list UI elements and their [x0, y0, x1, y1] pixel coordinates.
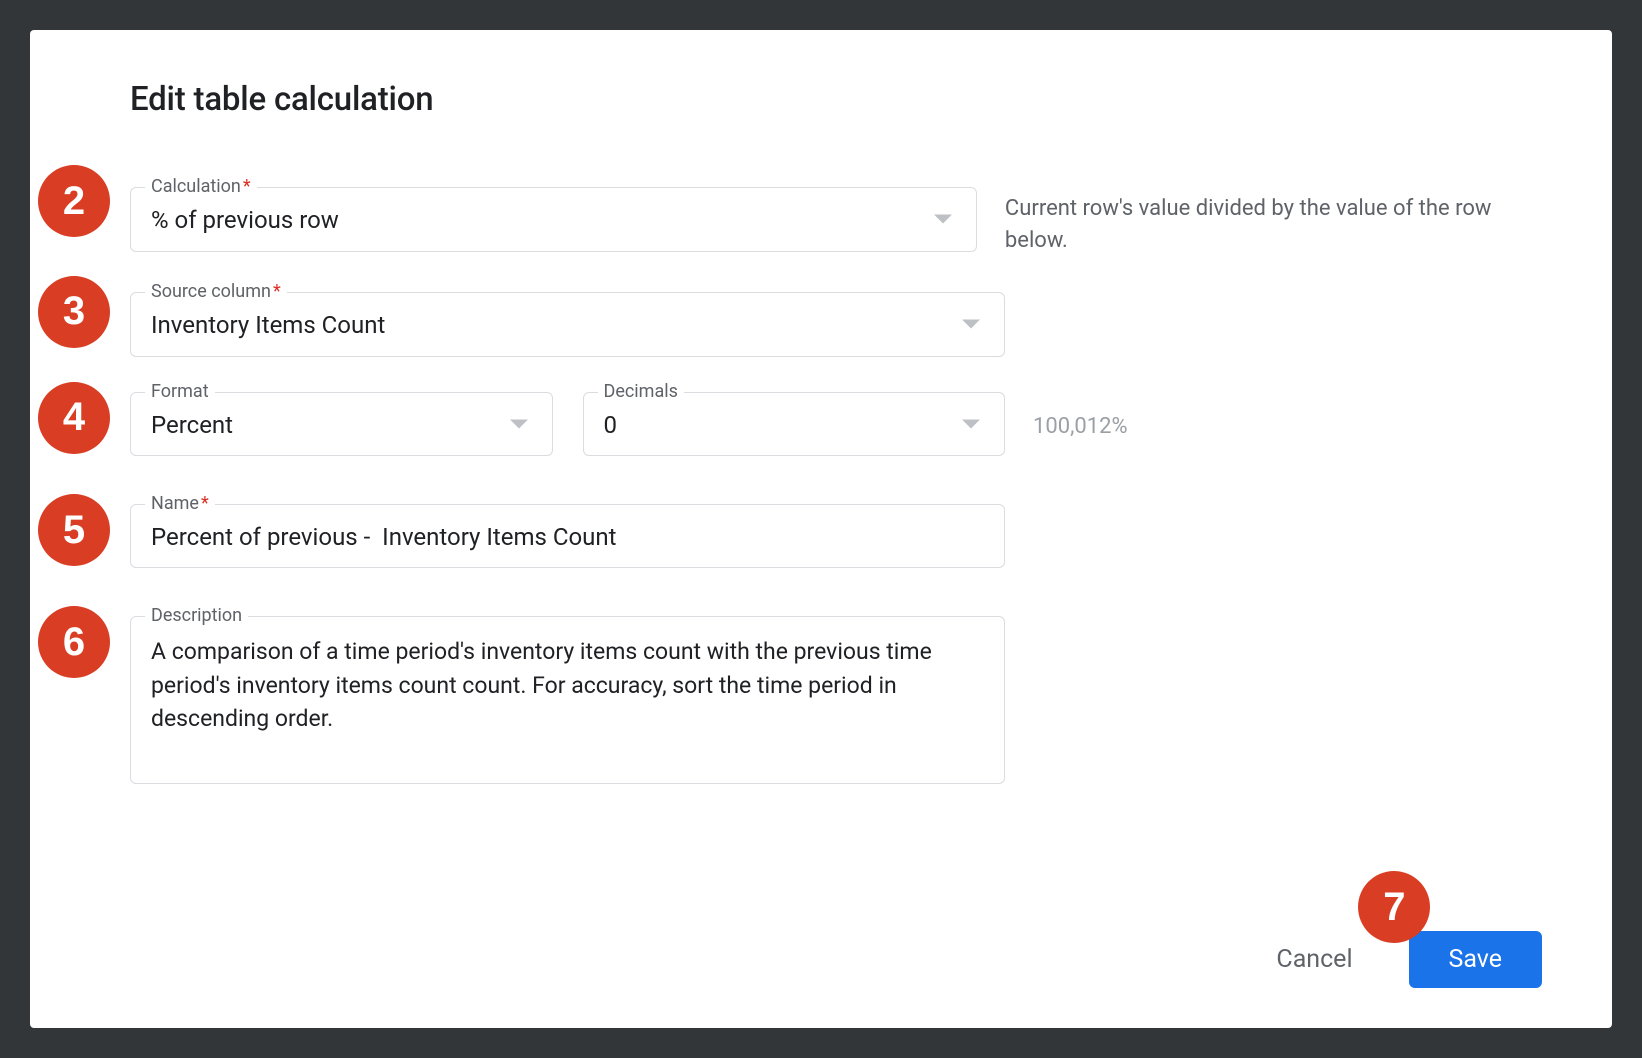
annotation-badge-7: 7	[1358, 871, 1430, 943]
source-column-value: Inventory Items Count	[151, 311, 984, 340]
annotation-badge-3: 3	[38, 276, 110, 348]
calculation-hint: Current row's value divided by the value…	[1005, 187, 1542, 257]
source-column-row: 3 Source column* Inventory Items Count	[130, 292, 1542, 357]
save-button[interactable]: Save	[1409, 931, 1542, 988]
description-row: 6 Description A comparison of a time per…	[130, 616, 1542, 784]
chevron-down-icon	[962, 419, 980, 428]
format-label: Format	[145, 381, 215, 402]
annotation-badge-5: 5	[38, 494, 110, 566]
annotation-badge-2: 2	[38, 165, 110, 237]
format-row: 4 Format Percent Decimals 0 100,012%	[130, 392, 1542, 457]
name-input-container: Name*	[130, 504, 1005, 568]
calculation-row: 2 Calculation* % of previous row Current…	[130, 187, 1542, 257]
description-input-container[interactable]: Description A comparison of a time perio…	[130, 616, 1005, 784]
format-select[interactable]: Format Percent	[130, 392, 553, 457]
annotation-badge-4: 4	[38, 382, 110, 454]
chevron-down-icon	[934, 215, 952, 224]
decimals-label: Decimals	[598, 381, 684, 402]
cancel-button[interactable]: Cancel	[1276, 945, 1352, 974]
dialog-actions: 7 Cancel Save	[1276, 931, 1542, 988]
edit-table-calculation-dialog: Edit table calculation 2 Calculation* % …	[30, 30, 1612, 1028]
source-column-label: Source column*	[145, 281, 287, 302]
chevron-down-icon	[510, 419, 528, 428]
chevron-down-icon	[962, 320, 980, 329]
description-label: Description	[145, 605, 248, 626]
dialog-title: Edit table calculation	[130, 80, 1542, 119]
name-input[interactable]	[151, 523, 984, 551]
format-preview: 100,012%	[1033, 408, 1128, 439]
description-textarea[interactable]: A comparison of a time period's inventor…	[151, 635, 984, 735]
name-row: 5 Name*	[130, 504, 1542, 568]
name-label: Name*	[145, 493, 215, 514]
source-column-select[interactable]: Source column* Inventory Items Count	[130, 292, 1005, 357]
format-value: Percent	[151, 411, 532, 440]
calculation-value: % of previous row	[151, 206, 956, 235]
decimals-select[interactable]: Decimals 0	[583, 392, 1006, 457]
decimals-value: 0	[604, 411, 985, 440]
annotation-badge-6: 6	[38, 606, 110, 678]
calculation-select[interactable]: Calculation* % of previous row	[130, 187, 977, 252]
calculation-label: Calculation*	[145, 176, 257, 197]
